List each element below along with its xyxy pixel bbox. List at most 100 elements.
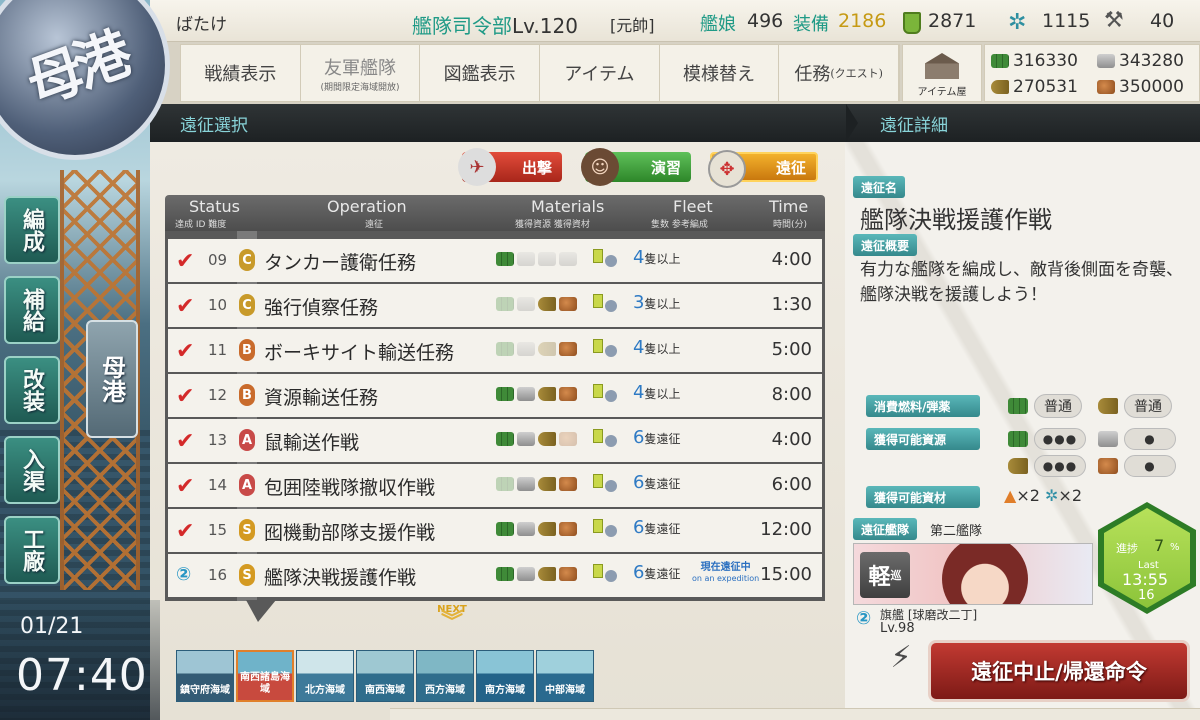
item-shop-button[interactable]: アイテム屋 (902, 44, 982, 102)
nav-sublabel: (期間限定海域開放) (320, 82, 400, 93)
materials-icons (496, 384, 584, 408)
ship-class: 軽 (868, 564, 891, 590)
items-icons (593, 474, 623, 498)
expedition-id: 14 (208, 476, 228, 494)
fleet-count: 6 (633, 472, 645, 493)
header-materials: Materials (531, 197, 605, 216)
supply-label: 補給 (19, 288, 45, 332)
sea-tab-chinjufu[interactable]: 鎮守府海域 (176, 650, 234, 702)
ammo-icon (538, 387, 556, 401)
remodel-label: 改装 (19, 368, 45, 412)
steel-icon (559, 252, 577, 266)
steel-icon (517, 477, 535, 491)
ongoing-status: 現在遠征中 on an expedition (692, 562, 759, 584)
bauxite-value: 350000 (1119, 77, 1184, 97)
next-page-button[interactable]: NEXT ︾ (430, 604, 474, 644)
sea-tab-northern[interactable]: 北方海域 (296, 650, 354, 702)
expedition-detail-header: 遠征詳細 (850, 104, 1200, 142)
hammer-icon: ⚒ (1104, 8, 1124, 33)
dock-button[interactable]: 入渠 (4, 436, 60, 504)
difficulty-badge: B (239, 339, 255, 361)
expedition-name: タンカー護衛任務 (264, 252, 417, 274)
expedition-name: 強行偵察任務 (264, 297, 379, 319)
progress-unit: % (1170, 542, 1180, 553)
gain-ammo-dots: ●●● (1034, 455, 1086, 477)
nav-furniture[interactable]: 模様替え (660, 45, 780, 101)
expedition-row[interactable]: ✔ 15 S 囮機動部隊支援作戦 6隻遠征 12:00 (168, 509, 822, 552)
expedition-row[interactable]: ✔ 10 C 強行偵察任務 3隻以上 1:30 (168, 284, 822, 327)
ammo-icon (538, 342, 556, 356)
bauxite-icon (559, 342, 577, 356)
compass-icon: ✥ (708, 150, 746, 188)
items-icons (593, 294, 623, 318)
nav-items[interactable]: アイテム (540, 45, 660, 101)
expedition-row[interactable]: ✔ 13 A 鼠輸送作戦 6隻遠征 4:00 (168, 419, 822, 462)
expedition-select-header: 遠征選択 (150, 104, 850, 142)
bauxite-icon (1097, 80, 1115, 94)
player-name: ばたけ (176, 15, 227, 35)
remodel-button[interactable]: 改装 (4, 356, 60, 424)
expedition-row[interactable]: ✔ 14 A 包囲陸戦隊撤収作戦 6隻遠征 6:00 (168, 464, 822, 507)
sortie-button[interactable]: ✈ 出撃 (458, 148, 562, 186)
nav-quests[interactable]: 任務 (クエスト) (779, 45, 900, 101)
supply-button[interactable]: 補給 (4, 276, 60, 344)
radio-tower-icon: ⚡ (890, 640, 912, 675)
expedition-row[interactable]: ✔ 12 B 資源輸送任務 4隻以上 8:00 (168, 374, 822, 417)
sea-tab-southern[interactable]: 南方海域 (476, 650, 534, 702)
fuel-icon (496, 432, 514, 446)
expedition-row[interactable]: ✔ 11 B ボーキサイト輸送任務 4隻以上 5:00 (168, 329, 822, 372)
fleet-unit: 隻遠征 (644, 432, 681, 446)
nav-friend-fleet[interactable]: 友軍艦隊 (期間限定海域開放) (301, 45, 421, 101)
steel-icon (517, 297, 535, 311)
nav-label: 戦績表示 (204, 64, 277, 85)
sea-tab-southwest[interactable]: 南西海域 (356, 650, 414, 702)
sea-tab-label: 南西海域 (365, 685, 405, 696)
ammo-resource: 270531 (991, 77, 1078, 97)
expedition-id: 16 (208, 566, 228, 584)
sea-tab-nansei-islands[interactable]: 南西諸島海域 (236, 650, 294, 702)
fleet-count: 6 (633, 517, 645, 538)
materials-icons (496, 339, 584, 363)
ammo-icon (991, 80, 1009, 94)
box-item-icon (605, 480, 617, 492)
gain-items: ▲×2 ✲×2 (1004, 486, 1082, 505)
materials-icons (496, 519, 584, 543)
arsenal-button[interactable]: 工廠 (4, 516, 60, 584)
nav-record[interactable]: 戦績表示 (181, 45, 301, 101)
materials-icons (496, 474, 584, 498)
bucket-item-icon (593, 429, 603, 443)
expedition-row[interactable]: ✔ 09 C タンカー護衛任務 4隻以上 4:00 (168, 239, 822, 282)
sea-tab-western[interactable]: 西方海域 (416, 650, 474, 702)
nav-label: 任務 (794, 64, 831, 85)
dev-material-count: 40 (1150, 10, 1175, 32)
fleet-size: 4隻以上 (633, 382, 680, 403)
nav-encyclopedia[interactable]: 図鑑表示 (420, 45, 541, 101)
box-item-icon (605, 300, 617, 312)
expedition-id: 13 (208, 431, 228, 449)
expedition-row-active[interactable]: ② 16 S 艦隊決戦援護作戦 6隻遠征 現在遠征中 on an expediti… (168, 554, 822, 597)
port-return-button[interactable]: 母港 (86, 320, 138, 438)
practice-button[interactable]: ☺ 演習 (581, 148, 691, 186)
sea-tab-label: 南方海域 (485, 685, 525, 696)
detail-fleet-name: 第二艦隊 (930, 524, 983, 539)
expedition-id: 09 (208, 251, 228, 269)
sea-tab-central[interactable]: 中部海域 (536, 650, 594, 702)
expedition-name: 資源輸送任務 (264, 387, 379, 409)
expedition-number: 16 (1138, 588, 1155, 603)
consume-ammo-value: 普通 (1124, 394, 1172, 418)
bauxite-icon (559, 522, 577, 536)
shop-icon (925, 53, 959, 79)
recall-expedition-button[interactable]: 遠征中止/帰還命令 (928, 640, 1190, 702)
expedition-time: 4:00 (771, 429, 812, 450)
expedition-button[interactable]: ✥ 遠征 (708, 150, 818, 188)
items-icons (593, 339, 623, 363)
name-tag: 遠征名 (853, 176, 906, 198)
chevron-down-icon: ︾ (440, 610, 463, 635)
organize-button[interactable]: 編成 (4, 196, 60, 264)
materials-icons (496, 249, 584, 273)
nav-label: 模様替え (683, 64, 756, 85)
screw-icon: ✲ (1008, 10, 1027, 35)
flagship-banner[interactable]: 軽巡 (853, 543, 1093, 605)
expedition-time: 6:00 (771, 474, 812, 495)
clock-time: 07:40 (16, 650, 148, 701)
